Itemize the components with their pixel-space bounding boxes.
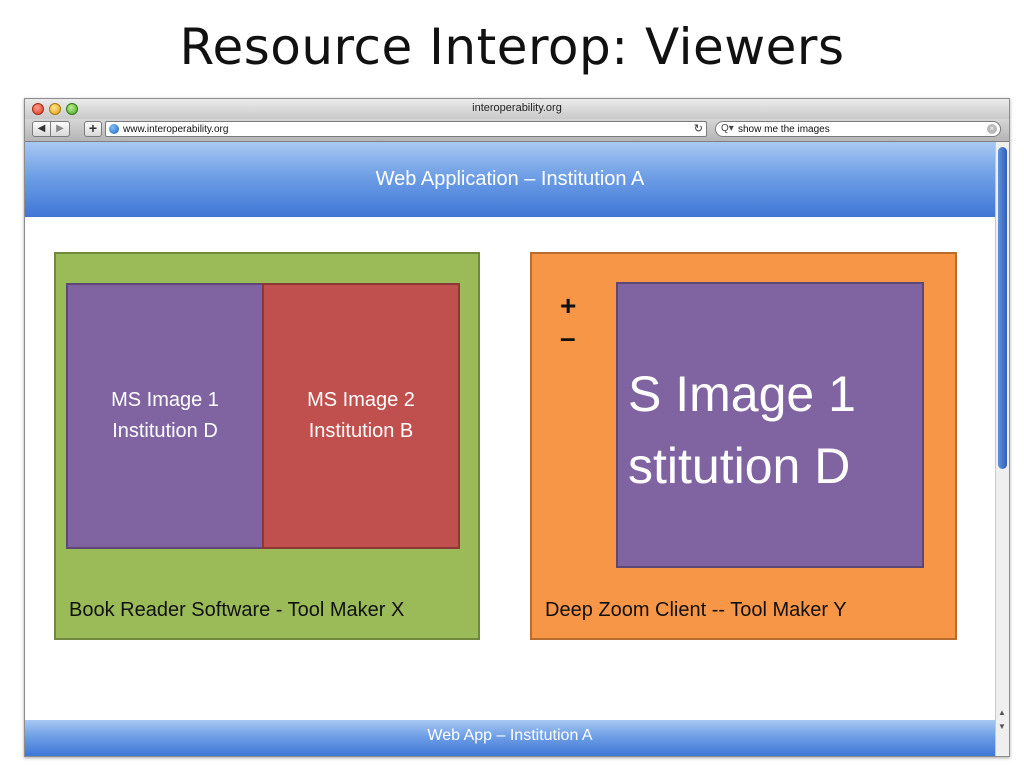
browser-toolbar: ◀ ▶ + www.interoperability.org ↻ Q▾ show…	[25, 119, 1009, 142]
scroll-up-icon[interactable]: ▲	[998, 708, 1006, 717]
deep-zoom-panel: + – S Image 1 stitution D Deep Zoom Clie…	[530, 252, 957, 640]
globe-icon	[109, 124, 119, 134]
book-reader-panel: MS Image 1 Institution D MS Image 2 Inst…	[54, 252, 480, 640]
scrollbar-thumb[interactable]	[998, 147, 1007, 469]
page-viewport: Web Application – Institution A MS Image…	[25, 142, 995, 756]
deep-zoom-caption: Deep Zoom Client -- Tool Maker Y	[545, 599, 847, 621]
zoomed-image-institution: stitution D	[628, 438, 851, 494]
forward-icon[interactable]: ▶	[51, 121, 70, 137]
url-text[interactable]: www.interoperability.org	[123, 123, 228, 136]
vertical-scrollbar[interactable]: ▲ ▼	[995, 142, 1009, 756]
ms-image-1-institution: Institution D	[112, 420, 218, 442]
zoomed-image-label: S Image 1 stitution D	[628, 358, 856, 502]
ms-image-2-tile[interactable]: MS Image 2 Institution B	[262, 283, 460, 549]
zoomed-image-title: S Image 1	[628, 366, 856, 422]
title-bar: interoperability.org	[25, 99, 1009, 119]
search-input[interactable]: show me the images	[738, 123, 830, 136]
back-icon[interactable]: ◀	[32, 121, 51, 137]
ms-image-1-title: MS Image 1	[111, 389, 219, 411]
deep-zoom-viewport[interactable]: S Image 1 stitution D	[616, 282, 924, 568]
ms-image-2-title: MS Image 2	[307, 389, 415, 411]
search-field[interactable]: Q▾ show me the images ×	[715, 121, 1001, 137]
zoom-out-button[interactable]: –	[560, 324, 576, 352]
url-field[interactable]: www.interoperability.org ↻	[105, 121, 707, 137]
search-icon[interactable]: Q▾	[721, 122, 734, 136]
zoom-in-button[interactable]: +	[560, 292, 576, 320]
ms-image-1-tile[interactable]: MS Image 1 Institution D	[66, 283, 264, 549]
browser-window: interoperability.org ◀ ▶ + www.interoper…	[24, 98, 1010, 757]
book-reader-caption: Book Reader Software - Tool Maker X	[69, 599, 405, 621]
scroll-down-icon[interactable]: ▼	[998, 722, 1006, 731]
ms-image-2-institution: Institution B	[308, 420, 414, 442]
app-footer: Web App – Institution A	[25, 720, 995, 756]
add-icon[interactable]: +	[84, 121, 102, 137]
reload-icon[interactable]: ↻	[694, 122, 703, 136]
window-title: interoperability.org	[472, 102, 562, 114]
app-header: Web Application – Institution A	[25, 142, 995, 217]
clear-icon[interactable]: ×	[987, 124, 997, 134]
slide-title: Resource Interop: Viewers	[179, 18, 845, 76]
